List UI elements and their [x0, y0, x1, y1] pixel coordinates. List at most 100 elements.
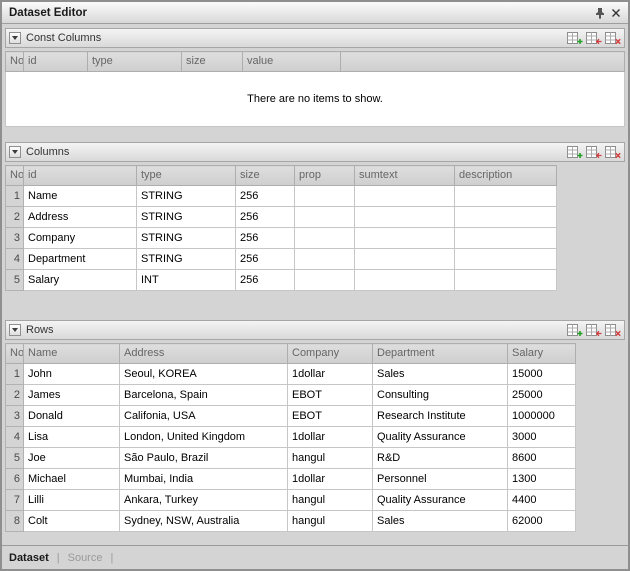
cell-company[interactable]: hangul: [288, 490, 373, 511]
cell-department[interactable]: Research Institute: [373, 406, 508, 427]
add-row-icon[interactable]: [567, 324, 583, 337]
cell-company[interactable]: hangul: [288, 511, 373, 532]
cell-id[interactable]: Address: [24, 207, 137, 228]
col-header-salary[interactable]: Salary: [508, 344, 576, 364]
close-icon[interactable]: [608, 5, 624, 21]
row-number[interactable]: 4: [6, 427, 24, 448]
cell-salary[interactable]: 1300: [508, 469, 576, 490]
cell-department[interactable]: Quality Assurance: [373, 490, 508, 511]
cell-id[interactable]: Name: [24, 186, 137, 207]
cell-company[interactable]: EBOT: [288, 406, 373, 427]
cell-type[interactable]: STRING: [137, 207, 236, 228]
collapse-icon[interactable]: [9, 146, 21, 158]
cell-id[interactable]: Salary: [24, 270, 137, 291]
row-number[interactable]: 1: [6, 186, 24, 207]
collapse-icon[interactable]: [9, 32, 21, 44]
cell-company[interactable]: 1dollar: [288, 469, 373, 490]
col-header-no[interactable]: No: [6, 52, 24, 72]
col-header-sumtext[interactable]: sumtext: [355, 166, 455, 186]
cell-name[interactable]: Michael: [24, 469, 120, 490]
col-header-type[interactable]: type: [137, 166, 236, 186]
cell-type[interactable]: INT: [137, 270, 236, 291]
cell-description[interactable]: [455, 228, 557, 249]
insert-row-icon[interactable]: [586, 146, 602, 159]
cell-salary[interactable]: 8600: [508, 448, 576, 469]
cell-department[interactable]: Sales: [373, 511, 508, 532]
cell-description[interactable]: [455, 270, 557, 291]
col-header-prop[interactable]: prop: [295, 166, 355, 186]
col-header-type[interactable]: type: [88, 52, 182, 72]
cell-size[interactable]: 256: [236, 186, 295, 207]
cell-salary[interactable]: 25000: [508, 385, 576, 406]
add-row-icon[interactable]: [567, 146, 583, 159]
col-header-company[interactable]: Company: [288, 344, 373, 364]
cell-size[interactable]: 256: [236, 270, 295, 291]
cell-salary[interactable]: 1000000: [508, 406, 576, 427]
cell-salary[interactable]: 4400: [508, 490, 576, 511]
cell-address[interactable]: London, United Kingdom: [120, 427, 288, 448]
cell-type[interactable]: STRING: [137, 228, 236, 249]
cell-department[interactable]: Sales: [373, 364, 508, 385]
cell-name[interactable]: John: [24, 364, 120, 385]
col-header-id[interactable]: id: [24, 166, 137, 186]
row-number[interactable]: 5: [6, 448, 24, 469]
col-header-id[interactable]: id: [24, 52, 88, 72]
cell-name[interactable]: Donald: [24, 406, 120, 427]
collapse-icon[interactable]: [9, 324, 21, 336]
cell-size[interactable]: 256: [236, 207, 295, 228]
cell-prop[interactable]: [295, 228, 355, 249]
row-number[interactable]: 3: [6, 406, 24, 427]
row-number[interactable]: 7: [6, 490, 24, 511]
cell-company[interactable]: 1dollar: [288, 364, 373, 385]
col-header-size[interactable]: size: [182, 52, 243, 72]
cell-address[interactable]: Seoul, KOREA: [120, 364, 288, 385]
cell-sumtext[interactable]: [355, 228, 455, 249]
cell-department[interactable]: Quality Assurance: [373, 427, 508, 448]
cell-prop[interactable]: [295, 186, 355, 207]
col-header-value[interactable]: value: [243, 52, 341, 72]
col-header-name[interactable]: Name: [24, 344, 120, 364]
cell-address[interactable]: Mumbai, India: [120, 469, 288, 490]
cell-name[interactable]: Lisa: [24, 427, 120, 448]
cell-sumtext[interactable]: [355, 270, 455, 291]
add-row-icon[interactable]: [567, 32, 583, 45]
delete-row-icon[interactable]: [605, 32, 621, 45]
insert-row-icon[interactable]: [586, 32, 602, 45]
col-header-size[interactable]: size: [236, 166, 295, 186]
row-number[interactable]: 6: [6, 469, 24, 490]
delete-row-icon[interactable]: [605, 146, 621, 159]
cell-prop[interactable]: [295, 270, 355, 291]
tab-dataset[interactable]: Dataset: [9, 552, 49, 564]
col-header-department[interactable]: Department: [373, 344, 508, 364]
cell-size[interactable]: 256: [236, 228, 295, 249]
row-number[interactable]: 5: [6, 270, 24, 291]
cell-address[interactable]: Barcelona, Spain: [120, 385, 288, 406]
cell-prop[interactable]: [295, 207, 355, 228]
cell-type[interactable]: STRING: [137, 249, 236, 270]
row-number[interactable]: 4: [6, 249, 24, 270]
cell-company[interactable]: EBOT: [288, 385, 373, 406]
cell-sumtext[interactable]: [355, 186, 455, 207]
cell-name[interactable]: Joe: [24, 448, 120, 469]
cell-address[interactable]: Califonia, USA: [120, 406, 288, 427]
cell-prop[interactable]: [295, 249, 355, 270]
cell-id[interactable]: Company: [24, 228, 137, 249]
row-number[interactable]: 8: [6, 511, 24, 532]
insert-row-icon[interactable]: [586, 324, 602, 337]
pin-icon[interactable]: [592, 5, 608, 21]
cell-salary[interactable]: 3000: [508, 427, 576, 448]
col-header-no[interactable]: No: [6, 166, 24, 186]
cell-sumtext[interactable]: [355, 207, 455, 228]
cell-name[interactable]: Lilli: [24, 490, 120, 511]
cell-description[interactable]: [455, 186, 557, 207]
cell-description[interactable]: [455, 249, 557, 270]
cell-sumtext[interactable]: [355, 249, 455, 270]
delete-row-icon[interactable]: [605, 324, 621, 337]
cell-salary[interactable]: 62000: [508, 511, 576, 532]
cell-name[interactable]: Colt: [24, 511, 120, 532]
cell-address[interactable]: Ankara, Turkey: [120, 490, 288, 511]
cell-size[interactable]: 256: [236, 249, 295, 270]
row-number[interactable]: 3: [6, 228, 24, 249]
cell-company[interactable]: 1dollar: [288, 427, 373, 448]
cell-name[interactable]: James: [24, 385, 120, 406]
